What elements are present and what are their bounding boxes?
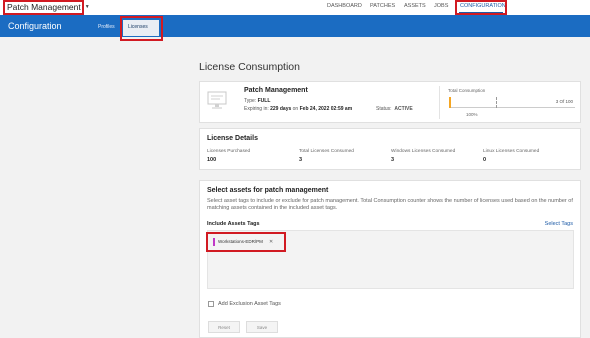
expiry-on: on [292, 106, 299, 112]
reset-button[interactable]: Reset [208, 321, 240, 333]
product-title: Patch Management [244, 87, 308, 94]
nav-configuration[interactable]: CONFIGURATION [460, 3, 506, 9]
consumption-count: 3 Of 100 [555, 99, 573, 104]
monitor-icon [207, 91, 227, 109]
total-consumed-label: Total Licenses Consumed [299, 149, 354, 154]
status-value: ACTIVE [394, 106, 413, 112]
app-selector-label: Patch Management [7, 2, 81, 12]
product-status: Status: ACTIVE [376, 106, 413, 112]
consumption-pct-label: 100% [466, 112, 478, 117]
license-details-card: License Details Licenses Purchased 100 T… [199, 128, 581, 170]
total-licenses-consumed: Total Licenses Consumed 3 [299, 149, 354, 163]
total-consumed-value: 3 [299, 157, 303, 163]
config-header: Configuration Profiles [0, 15, 590, 37]
card-divider [439, 86, 440, 119]
select-assets-description: Select asset tags to include or exclude … [207, 198, 573, 211]
licenses-purchased-value: 100 [207, 157, 217, 163]
nav-assets[interactable]: ASSETS [404, 3, 426, 9]
windows-consumed-label: Windows Licenses Consumed [391, 149, 456, 154]
chevron-down-icon: ▼ [84, 4, 90, 10]
asset-tag-label: Workstations-EDR/PM [218, 239, 263, 244]
linux-licenses-consumed: Linux Licenses Consumed 0 [483, 149, 539, 163]
select-assets-title: Select assets for patch management [207, 187, 329, 194]
exclusion-checkbox[interactable] [208, 301, 214, 307]
expiry-days: 229 days [270, 106, 292, 112]
tab-licenses[interactable]: Licenses [128, 24, 148, 30]
nav-patches[interactable]: PATCHES [370, 3, 395, 9]
exclusion-toggle[interactable]: Add Exclusion Asset Tags [208, 301, 281, 307]
nav-jobs[interactable]: JOBS [434, 3, 448, 9]
consumption-gauge: 3 Of 100 [449, 97, 575, 108]
tag-color-marker [213, 237, 215, 246]
expiry-prefix: Expiring in: [244, 106, 269, 112]
consumption-fill [449, 97, 451, 108]
nav-dashboard[interactable]: DASHBOARD [327, 3, 362, 9]
linux-consumed-label: Linux Licenses Consumed [483, 149, 540, 154]
select-assets-card: Select assets for patch management Selec… [199, 180, 581, 338]
product-card: Patch Management Type: FULL Expiring in:… [199, 81, 581, 123]
top-bar: Patch Management ▼ DASHBOARD PATCHES ASS… [0, 0, 590, 15]
product-expiry: Expiring in: 229 days on Feb 24, 2022 02… [244, 106, 352, 112]
licenses-purchased-label: Licenses Purchased [207, 149, 251, 154]
expiry-date: Feb 24, 2022 02:59 am [299, 106, 353, 112]
include-tags-box[interactable]: Workstations-EDR/PM ✕ [207, 230, 574, 289]
app-selector[interactable]: Patch Management ▼ [4, 0, 93, 14]
tab-profiles[interactable]: Profiles [98, 24, 115, 30]
status-label: Status: [376, 106, 392, 112]
windows-licenses-consumed: Windows Licenses Consumed 3 [391, 149, 455, 163]
license-details-title: License Details [207, 135, 258, 142]
licenses-purchased: Licenses Purchased 100 [207, 149, 250, 163]
asset-tag-chip: Workstations-EDR/PM ✕ [213, 237, 273, 246]
active-nav-indicator [459, 12, 503, 14]
consumption-limit-marker [496, 97, 497, 108]
linux-consumed-value: 0 [483, 157, 487, 163]
page-section-title: Configuration [8, 21, 62, 31]
include-tags-label: Include Assets Tags [207, 221, 260, 227]
product-type-label: Type: [244, 98, 257, 104]
select-tags-link[interactable]: Select Tags [545, 221, 573, 227]
save-button[interactable]: Save [246, 321, 278, 333]
product-type: Type: FULL [244, 98, 270, 104]
consumption-label: Total Consumption [448, 88, 486, 93]
windows-consumed-value: 3 [391, 157, 395, 163]
remove-tag-icon[interactable]: ✕ [269, 239, 273, 245]
product-type-value: FULL [257, 98, 271, 104]
exclusion-label: Add Exclusion Asset Tags [218, 301, 281, 307]
page-title: License Consumption [199, 61, 300, 73]
